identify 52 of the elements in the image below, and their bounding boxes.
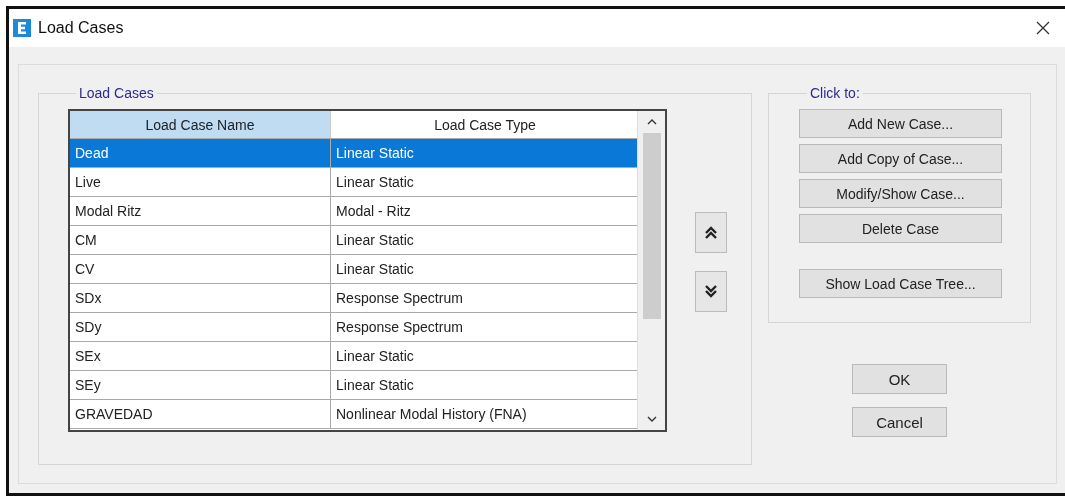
action-button[interactable]: Add Copy of Case... (799, 144, 1002, 173)
ok-button[interactable]: OK (852, 364, 947, 394)
table-row[interactable]: Live Linear Static (70, 167, 637, 197)
table-cell: CM (70, 225, 331, 255)
group-title: Click to: (809, 85, 861, 101)
chevron-down-icon (646, 416, 657, 422)
table-cell: Linear Static (330, 167, 637, 197)
table-cell: Response Spectrum (330, 312, 637, 342)
table-row[interactable]: CV Linear Static (70, 254, 637, 284)
action-button[interactable]: Show Load Case Tree... (799, 269, 1002, 298)
double-chevron-down-icon (703, 283, 719, 300)
table-cell: Linear Static (330, 254, 637, 284)
move-down-button[interactable] (695, 271, 727, 312)
table-row[interactable]: GRAVEDAD Nonlinear Modal History (FNA) (70, 399, 637, 429)
window-title: Load Cases (38, 19, 124, 37)
table-cell: Response Spectrum (330, 283, 637, 313)
table-row[interactable]: SDy Response Spectrum (70, 312, 637, 342)
action-button[interactable]: Modify/Show Case... (799, 179, 1002, 208)
table-cell: Linear Static (330, 138, 637, 168)
table-cell: SEy (70, 370, 331, 400)
action-button[interactable]: Add New Case... (799, 109, 1002, 138)
column-header[interactable]: Load Case Type (330, 111, 637, 139)
table-cell: Modal Ritz (70, 196, 331, 226)
scroll-thumb[interactable] (642, 133, 661, 319)
table-cell: Linear Static (330, 341, 637, 371)
cancel-button[interactable]: Cancel (852, 407, 947, 437)
scrollbar[interactable] (637, 111, 665, 430)
table-cell: Linear Static (330, 225, 637, 255)
table-cell: SDx (70, 283, 331, 313)
table-cell: SEx (70, 341, 331, 371)
group-title: Load Cases (78, 85, 155, 101)
app-icon (13, 19, 31, 37)
chevron-up-icon (646, 119, 657, 125)
table-row[interactable]: SDx Response Spectrum (70, 283, 637, 313)
table-row[interactable]: SEx Linear Static (70, 341, 637, 371)
table-cell: Linear Static (330, 370, 637, 400)
table-row[interactable]: Dead Linear Static (70, 138, 637, 168)
table-cell: GRAVEDAD (70, 399, 331, 429)
table-row[interactable]: SEy Linear Static (70, 370, 637, 400)
close-icon (1036, 21, 1050, 35)
table-cell: Nonlinear Modal History (FNA) (330, 399, 637, 429)
table-cell: Modal - Ritz (330, 196, 637, 226)
table-row[interactable]: Modal Ritz Modal - Ritz (70, 196, 637, 226)
table-cell: Live (70, 167, 331, 197)
column-header[interactable]: Load Case Name (70, 111, 331, 139)
table-cell: SDy (70, 312, 331, 342)
move-up-button[interactable] (695, 212, 727, 253)
table-cell: CV (70, 254, 331, 284)
double-chevron-up-icon (703, 224, 719, 241)
action-button[interactable]: Delete Case (799, 214, 1002, 243)
table-cell: Dead (70, 138, 331, 168)
table-row[interactable]: CM Linear Static (70, 225, 637, 255)
